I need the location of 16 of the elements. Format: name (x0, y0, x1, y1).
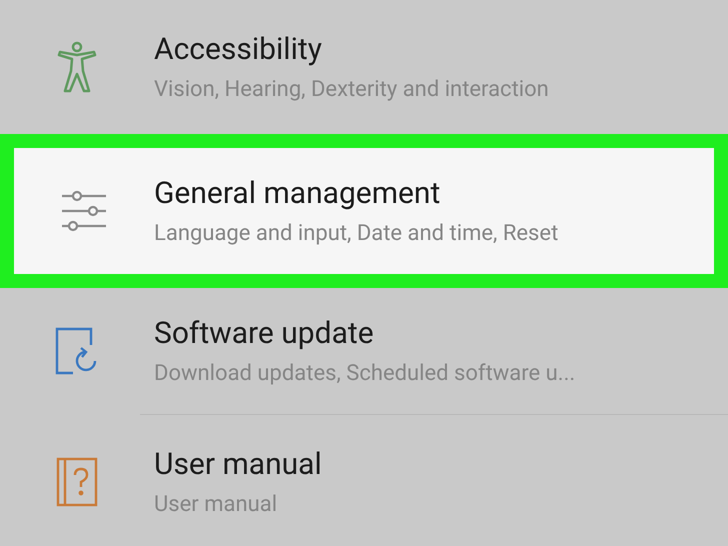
manual-icon (56, 457, 98, 507)
item-subtitle: Download updates, Scheduled software u... (154, 361, 576, 386)
settings-item[interactable]: User manual User manual (0, 415, 728, 546)
settings-item[interactable]: Accessibility Vision, Hearing, Dexterity and interaction (0, 0, 728, 134)
highlighted-settings-item[interactable]: General management Language and input, Date and time, Reset (0, 134, 728, 288)
item-subtitle: Language and input, Date and time, Reset (154, 221, 558, 246)
item-title: Software update (154, 316, 375, 351)
sliders-icon (61, 190, 107, 232)
settings-item[interactable]: Software update Download updates, Scheduled software u... (0, 288, 728, 414)
update-icon (55, 327, 99, 375)
item-subtitle: Vision, Hearing, Dexterity and interaction (154, 77, 549, 102)
accessibility-icon (57, 41, 97, 93)
item-title: General management (154, 176, 442, 211)
item-title: User manual (154, 447, 322, 482)
item-title: Accessibility (154, 32, 323, 67)
item-subtitle: User manual (154, 492, 278, 517)
